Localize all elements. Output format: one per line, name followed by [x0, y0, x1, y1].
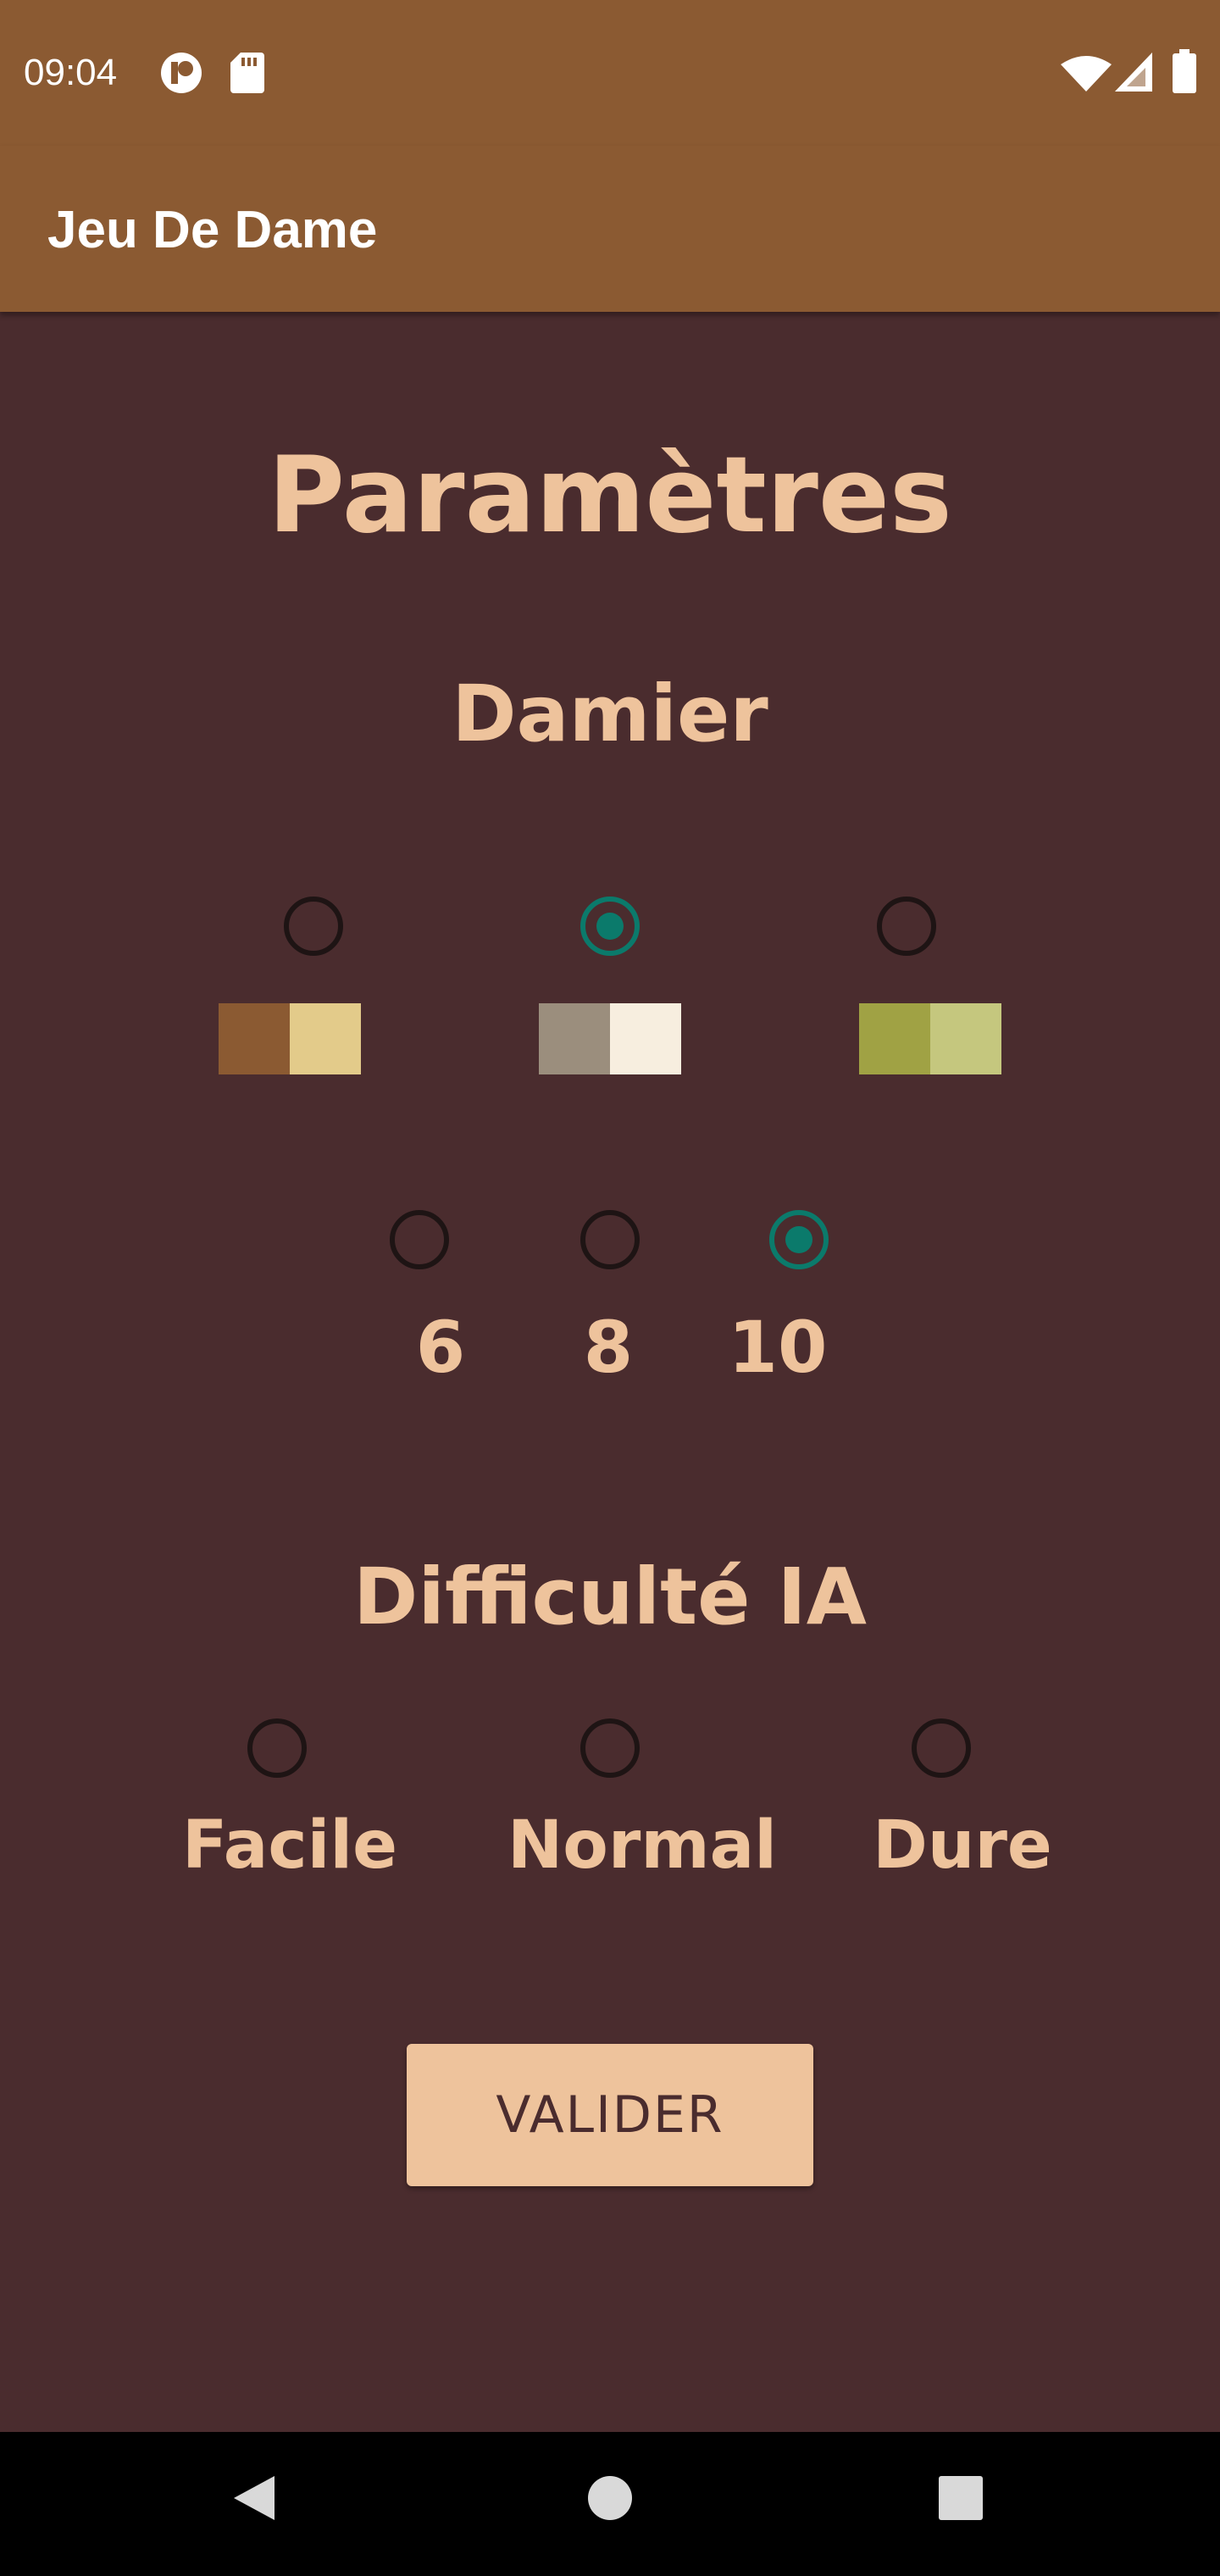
board-color-radio-1[interactable] [284, 897, 343, 956]
board-color-swatch-1[interactable] [219, 1003, 361, 1074]
swatch-light-square [930, 1003, 1001, 1074]
board-color-radio-3[interactable] [877, 897, 936, 956]
wifi-icon [1061, 56, 1112, 92]
board-color-swatch-2[interactable] [539, 1003, 681, 1074]
difficulty-label-normal: Normal [507, 1807, 777, 1884]
difficulty-label-dure: Dure [873, 1807, 1052, 1884]
status-bar: 09:04 [0, 0, 1220, 146]
recents-icon[interactable] [939, 2476, 983, 2520]
swatch-dark-square [539, 1003, 610, 1074]
board-size-label-10: 10 [728, 1306, 828, 1389]
board-size-radio-8[interactable] [580, 1210, 640, 1269]
board-section-title: Damier [452, 669, 768, 759]
swatch-light-square [290, 1003, 361, 1074]
swatch-light-square [610, 1003, 681, 1074]
difficulty-radio-dure[interactable] [912, 1718, 971, 1778]
back-icon[interactable] [230, 2473, 278, 2523]
difficulty-section-title: Difficulté IA [353, 1552, 867, 1642]
difficulty-radio-normal[interactable] [580, 1718, 640, 1778]
app-title: Jeu De Dame [47, 201, 378, 259]
sd-card-icon [230, 53, 264, 93]
battery-icon [1173, 49, 1196, 93]
navigation-bar [0, 2432, 1220, 2576]
difficulty-radio-facile[interactable] [247, 1718, 307, 1778]
board-size-radio-6[interactable] [390, 1210, 449, 1269]
board-color-radio-2[interactable] [580, 897, 640, 956]
board-size-label-8: 8 [583, 1306, 634, 1389]
board-size-radio-10[interactable] [769, 1210, 829, 1269]
data-saver-icon [161, 53, 202, 93]
difficulty-label-facile: Facile [182, 1807, 397, 1884]
board-color-swatch-3[interactable] [859, 1003, 1001, 1074]
swatch-dark-square [859, 1003, 930, 1074]
validate-button[interactable]: VALIDER [407, 2044, 813, 2186]
board-size-label-6: 6 [415, 1306, 466, 1389]
home-icon[interactable] [586, 2474, 634, 2522]
status-time: 09:04 [24, 52, 118, 93]
cell-signal-icon [1115, 53, 1152, 92]
page-title: Paramètres [268, 435, 952, 557]
swatch-dark-square [219, 1003, 290, 1074]
